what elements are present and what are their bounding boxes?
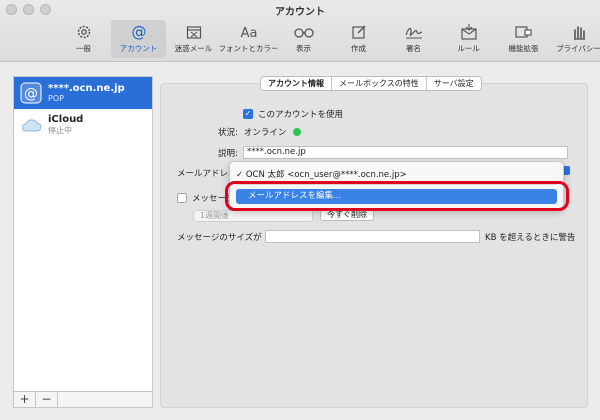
email-row: メールアドレス: [177, 167, 237, 179]
cloud-icon: [20, 114, 42, 136]
message-size-suffix: KB を超えるときに警告: [485, 233, 576, 243]
toolbar-label: 表示: [296, 44, 311, 53]
toolbar-fonts[interactable]: Aa フォントとカラー: [218, 20, 279, 58]
account-type: POP: [48, 94, 64, 103]
svg-text:@: @: [131, 23, 146, 41]
enable-account-row: ✓ このアカウントを使用: [243, 108, 343, 120]
toolbar-label: ルール: [457, 44, 480, 53]
title-bar: アカウント 一般 @ アカウント 迷惑メール Aa フォントとカラー 表示 作成…: [0, 0, 600, 62]
svg-text:Aa: Aa: [240, 26, 257, 41]
toolbar-label: フォントとカラー: [218, 44, 279, 53]
add-account-button[interactable]: +: [14, 392, 36, 407]
account-item-icloud[interactable]: iCloud 停止中: [14, 109, 152, 141]
fonts-icon: Aa: [238, 22, 260, 42]
signature-icon: [403, 22, 425, 42]
extensions-icon: [514, 22, 534, 42]
message-size-suffix-row: KB を超えるときに警告: [485, 231, 575, 243]
enable-account-checkbox[interactable]: ✓: [243, 109, 253, 119]
message-size-row: メッセージのサイズが: [177, 231, 262, 243]
remove-messages-checkbox[interactable]: [177, 193, 187, 203]
at-icon: @: [130, 22, 148, 42]
email-label: メールアドレス: [177, 169, 237, 179]
status-label: 状況:: [218, 128, 238, 138]
description-field[interactable]: ****.ocn.ne.jp: [243, 146, 568, 159]
account-name: iCloud: [48, 114, 84, 125]
junk-icon: [185, 22, 203, 42]
toolbar-composing[interactable]: 作成: [331, 20, 386, 58]
tab-mailbox-behaviors[interactable]: メールボックスの特性: [332, 77, 427, 90]
account-list: @ ****.ocn.ne.jp POP iCloud 停止中 + −: [13, 76, 153, 408]
toolbar-label: プライバシー: [556, 44, 600, 53]
tab-server-settings[interactable]: サーバ設定: [427, 77, 481, 90]
toolbar-rules[interactable]: ルール: [441, 20, 496, 58]
status-value: オンライン: [243, 128, 287, 138]
compose-icon: [350, 22, 368, 42]
description-row: 説明:: [218, 147, 244, 159]
toolbar-extensions[interactable]: 機能拡張: [496, 20, 551, 58]
menu-item-current-address[interactable]: ✓ OCN 太郎 <ocn_user@****.ocn.ne.jp>: [236, 168, 407, 180]
svg-text:@: @: [24, 86, 38, 102]
rules-icon: [459, 22, 479, 42]
toolbar-label: 機能拡張: [508, 44, 539, 53]
enable-account-label: このアカウントを使用: [258, 110, 344, 120]
settings-tabs: アカウント情報 メールボックスの特性 サーバ設定: [260, 76, 482, 91]
privacy-icon: [570, 22, 588, 42]
window-title: アカウント: [275, 7, 325, 18]
toolbar-label: 署名: [406, 44, 421, 53]
gear-icon: [75, 22, 93, 42]
status-row: 状況: オンライン: [218, 126, 302, 138]
glasses-icon: [293, 22, 315, 42]
highlight-annotation: [225, 181, 569, 211]
toolbar-accounts[interactable]: @ アカウント: [111, 20, 166, 58]
preferences-toolbar: 一般 @ アカウント 迷惑メール Aa フォントとカラー 表示 作成 署名 ルー…: [56, 20, 600, 58]
account-list-controls: + −: [14, 391, 152, 407]
tab-account-info[interactable]: アカウント情報: [261, 77, 332, 90]
account-status: 停止中: [48, 126, 72, 135]
message-size-field[interactable]: [265, 230, 480, 243]
at-icon: @: [20, 82, 42, 104]
remove-account-button[interactable]: −: [36, 392, 58, 407]
message-size-label: メッセージのサイズが: [177, 233, 262, 243]
description-label: 説明:: [218, 149, 238, 159]
online-indicator: [293, 128, 302, 136]
toolbar-general[interactable]: 一般: [56, 20, 111, 58]
toolbar-viewing[interactable]: 表示: [276, 20, 331, 58]
toolbar-privacy[interactable]: プライバシー: [551, 20, 600, 58]
account-item-ocn[interactable]: @ ****.ocn.ne.jp POP: [14, 77, 152, 109]
toolbar-label: アカウント: [119, 44, 158, 53]
toolbar-label: 作成: [351, 44, 366, 53]
period-popup[interactable]: 1週間後: [193, 210, 313, 222]
toolbar-signatures[interactable]: 署名: [386, 20, 441, 58]
toolbar-junk[interactable]: 迷惑メール: [166, 20, 221, 58]
toolbar-label: 一般: [76, 44, 91, 53]
account-name: ****.ocn.ne.jp: [48, 83, 125, 94]
toolbar-label: 迷惑メール: [174, 44, 213, 53]
